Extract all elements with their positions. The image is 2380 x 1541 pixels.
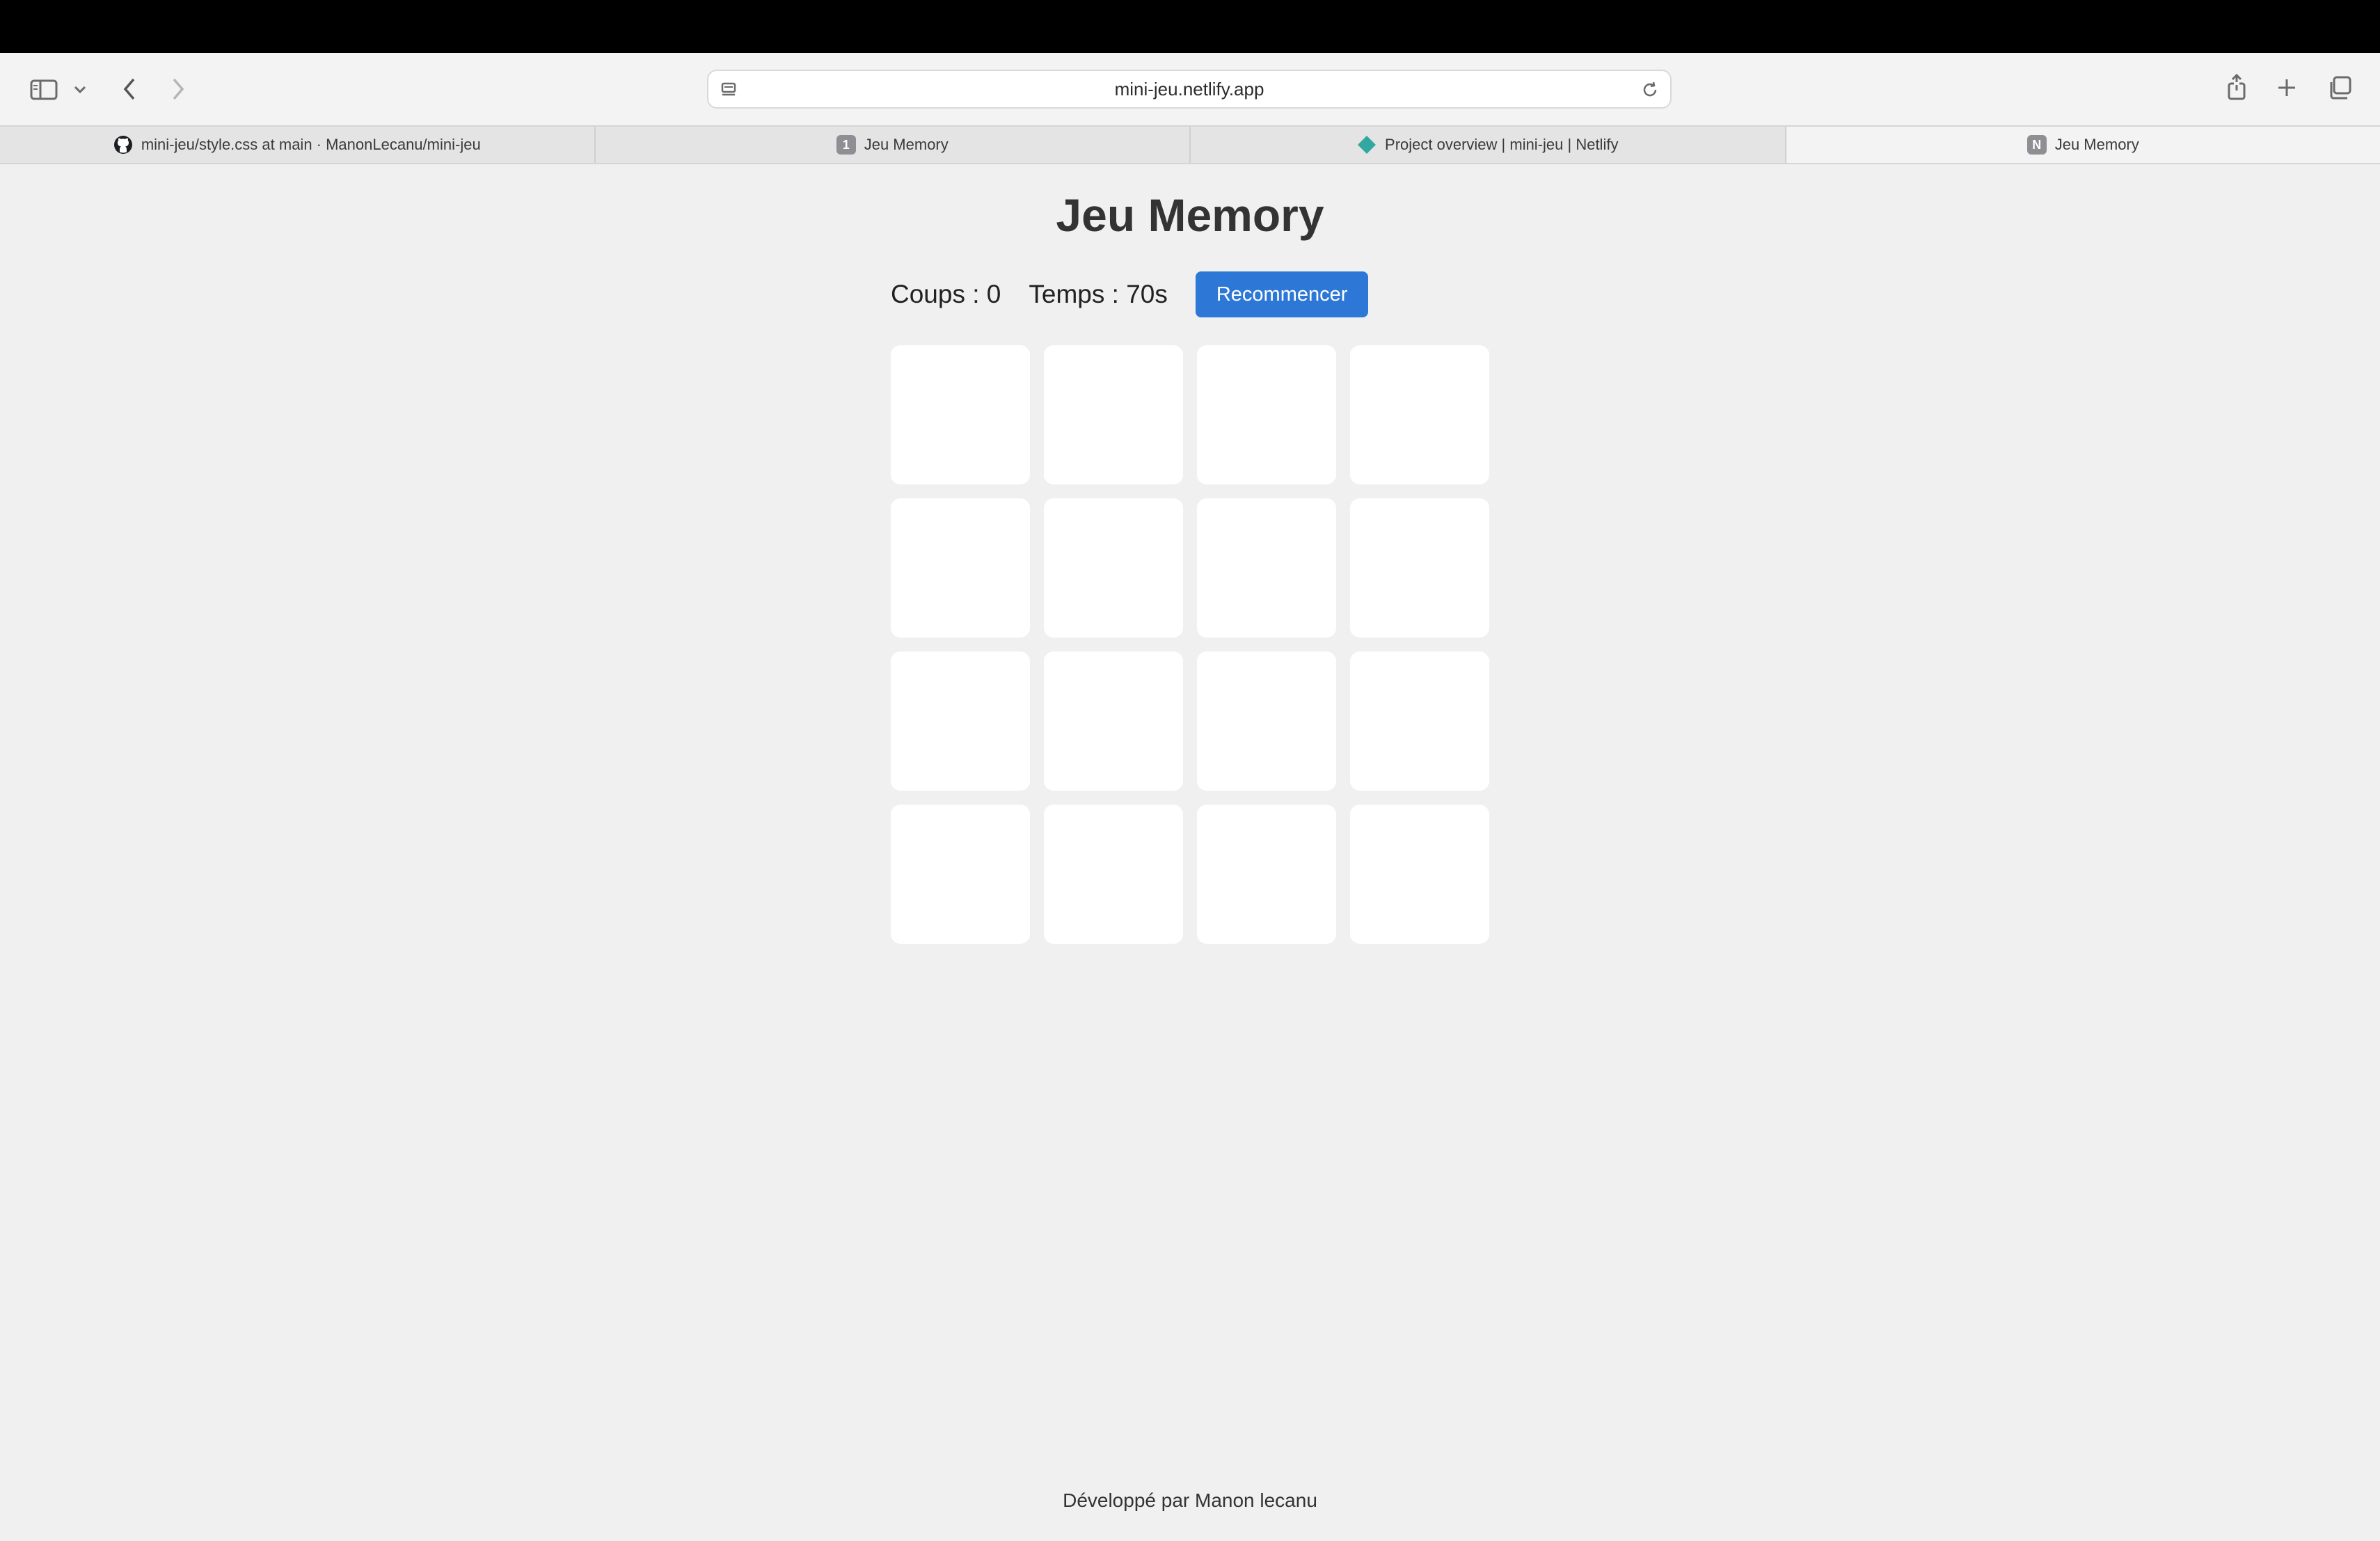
- tab-overview-icon[interactable]: [2326, 74, 2354, 102]
- memory-card[interactable]: [1350, 498, 1489, 638]
- memory-card[interactable]: [1350, 651, 1489, 791]
- tab-badge-icon: 1: [836, 135, 856, 155]
- tab-bar: mini-jeu/style.css at main · ManonLecanu…: [0, 125, 2380, 164]
- url-text: mini-jeu.netlify.app: [1114, 78, 1264, 100]
- card-grid: [891, 345, 1489, 944]
- memory-card[interactable]: [1350, 805, 1489, 944]
- tab-netlify[interactable]: Project overview | mini-jeu | Netlify: [1191, 127, 1786, 163]
- restart-button[interactable]: Recommencer: [1195, 271, 1369, 317]
- memory-card[interactable]: [1044, 498, 1183, 638]
- tab-label: mini-jeu/style.css at main · ManonLecanu…: [141, 136, 481, 153]
- page-content: Jeu Memory Coups : 0 Temps : 70s Recomme…: [0, 164, 2380, 1541]
- memory-card[interactable]: [1350, 345, 1489, 484]
- memory-card[interactable]: [1197, 651, 1336, 791]
- memory-card[interactable]: [891, 651, 1030, 791]
- memory-card[interactable]: [891, 805, 1030, 944]
- timer: Temps : 70s: [1029, 280, 1168, 308]
- memory-card[interactable]: [1197, 345, 1336, 484]
- share-icon[interactable]: [2224, 71, 2249, 104]
- sidebar-toggle-icon[interactable]: [26, 74, 61, 106]
- address-bar[interactable]: mini-jeu.netlify.app: [707, 70, 1672, 109]
- memory-card[interactable]: [1197, 498, 1336, 638]
- memory-card[interactable]: [891, 498, 1030, 638]
- memory-card[interactable]: [1044, 805, 1183, 944]
- tab-github[interactable]: mini-jeu/style.css at main · ManonLecanu…: [0, 127, 596, 163]
- tab-jeu-memory[interactable]: 1 Jeu Memory: [596, 127, 1191, 163]
- memory-card[interactable]: [1044, 651, 1183, 791]
- browser-toolbar: mini-jeu.netlify.app: [0, 53, 2380, 125]
- memory-card[interactable]: [1197, 805, 1336, 944]
- game-stats: Coups : 0 Temps : 70s Recommencer: [891, 271, 1369, 317]
- tab-jeu-memory-active[interactable]: N Jeu Memory: [1786, 127, 2380, 163]
- memory-card[interactable]: [1044, 345, 1183, 484]
- chevron-down-icon[interactable]: [70, 79, 90, 100]
- back-icon[interactable]: [117, 75, 142, 103]
- moves-counter: Coups : 0: [891, 280, 1001, 308]
- netlify-icon: [1357, 135, 1377, 155]
- system-menubar: [0, 0, 2380, 53]
- memory-card[interactable]: [891, 345, 1030, 484]
- tab-label: Jeu Memory: [2054, 136, 2139, 153]
- tab-label: Jeu Memory: [864, 136, 949, 153]
- tab-badge-icon: N: [2026, 135, 2047, 155]
- forward-icon[interactable]: [166, 75, 191, 103]
- reload-icon[interactable]: [1640, 79, 1660, 100]
- tab-label: Project overview | mini-jeu | Netlify: [1385, 136, 1619, 153]
- page-title: Jeu Memory: [1056, 189, 1324, 241]
- new-tab-icon[interactable]: [2274, 75, 2299, 100]
- footer-credit: Développé par Manon lecanu: [1063, 1489, 1317, 1511]
- github-icon: [113, 135, 133, 155]
